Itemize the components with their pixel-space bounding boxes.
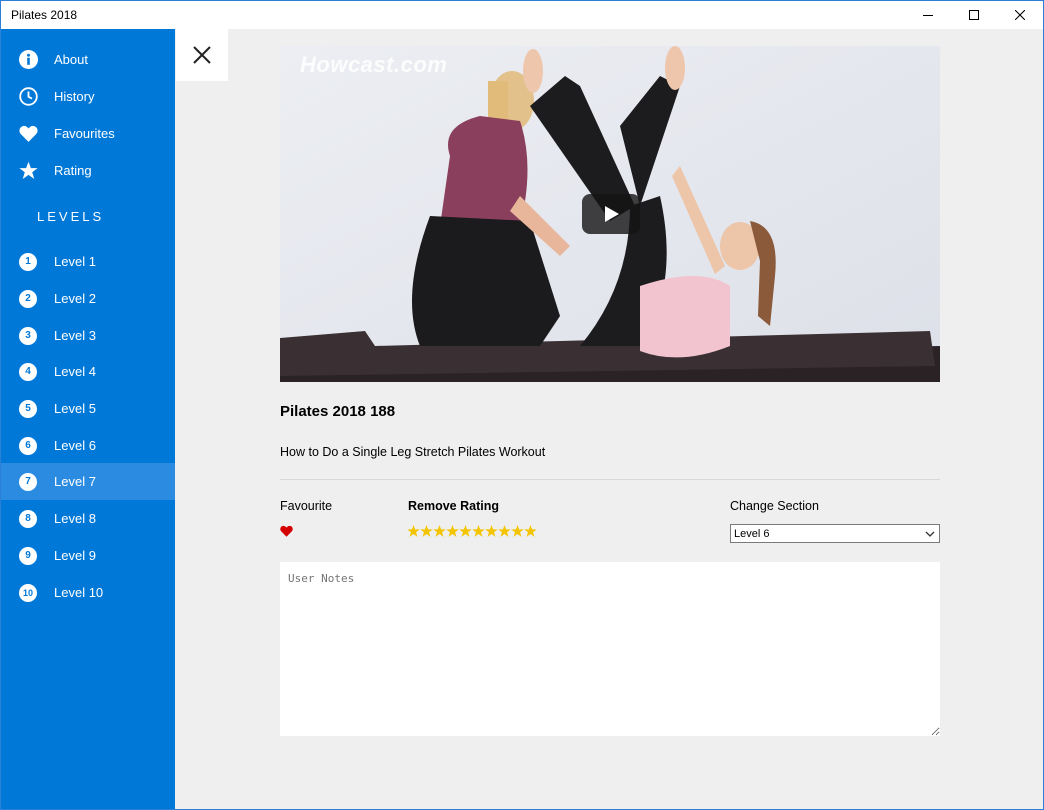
favourite-label: Favourite [280,499,333,513]
level-number: 5 [19,399,37,418]
sidebar-item-rating[interactable]: Rating [1,152,175,189]
number-badge: 9 [18,546,38,566]
sidebar-item-level-9[interactable]: 9 Level 9 [1,537,175,574]
level-number: 4 [19,362,37,381]
heart-icon [280,525,293,537]
heart-icon [18,124,38,144]
star-icon[interactable] [524,524,537,538]
star-icon[interactable] [420,524,433,538]
star-icon[interactable] [407,524,420,538]
video-player[interactable]: Howcast.com [280,46,940,382]
clock-icon [18,87,38,107]
video-title: Pilates 2018 188 [280,403,396,420]
sidebar-item-label: Level 2 [54,291,96,306]
star-icon [18,161,38,181]
levels-section-header: LEVELS [37,209,105,224]
number-badge: 1 [18,252,38,272]
maximize-icon [969,10,979,20]
level-number: 9 [19,546,37,565]
rating-stars[interactable] [407,524,537,538]
close-icon [193,46,211,64]
change-section-label: Change Section [730,499,819,513]
number-badge: 3 [18,326,38,346]
section-select[interactable]: Level 6 [730,524,940,543]
sidebar-item-label: Level 1 [54,254,96,269]
star-icon[interactable] [459,524,472,538]
sidebar-item-level-1[interactable]: 1 Level 1 [1,243,175,280]
minimize-icon [923,15,933,16]
star-icon[interactable] [498,524,511,538]
star-icon[interactable] [485,524,498,538]
sidebar-item-level-3[interactable]: 3 Level 3 [1,317,175,354]
remove-rating-button[interactable]: Remove Rating [408,499,499,513]
sidebar-item-label: Level 3 [54,328,96,343]
level-number: 10 [19,583,37,602]
level-number: 1 [19,252,37,271]
sidebar-item-level-6[interactable]: 6 Level 6 [1,427,175,464]
sidebar-item-level-5[interactable]: 5 Level 5 [1,390,175,427]
sidebar-item-favourites[interactable]: Favourites [1,115,175,152]
sidebar-item-label: History [54,89,95,104]
sidebar-item-label: Rating [54,163,92,178]
level-number: 6 [19,436,37,455]
number-badge: 5 [18,399,38,419]
sidebar-item-label: Level 6 [54,438,96,453]
section-select-value: Level 6 [734,527,770,540]
video-watermark: Howcast.com [300,52,448,77]
sidebar-item-label: Level 5 [54,401,96,416]
star-icon[interactable] [472,524,485,538]
sidebar-item-label: Favourites [54,126,115,141]
number-badge: 7 [18,472,38,492]
close-pane-button[interactable] [176,29,228,81]
minimize-button[interactable] [905,1,951,29]
sidebar-item-label: Level 7 [54,474,96,489]
window-controls [905,1,1043,29]
sidebar-item-level-10[interactable]: 10 Level 10 [1,574,175,611]
number-badge: 6 [18,436,38,456]
sidebar-item-level-4[interactable]: 4 Level 4 [1,353,175,390]
maximize-button[interactable] [951,1,997,29]
sidebar-item-level-2[interactable]: 2 Level 2 [1,280,175,317]
close-icon [1015,10,1025,20]
chevron-down-icon [925,531,935,537]
sidebar-item-label: About [54,52,88,67]
level-number: 2 [19,289,37,308]
play-button[interactable] [582,194,640,234]
sidebar-item-label: Level 8 [54,511,96,526]
number-badge: 2 [18,289,38,309]
star-icon[interactable] [511,524,524,538]
user-notes-input[interactable] [280,562,940,736]
info-icon [18,50,38,70]
sidebar-item-label: Level 10 [54,585,104,600]
divider [280,479,940,480]
play-icon [605,206,619,222]
sidebar-item-label: Level 9 [54,548,96,563]
number-badge: 8 [18,509,38,529]
number-badge: 10 [18,583,38,603]
level-number: 7 [19,472,37,491]
sidebar-item-level-7[interactable]: 7 Level 7 [1,463,175,500]
sidebar-item-label: Level 4 [54,364,96,379]
title-bar: Pilates 2018 [1,1,1043,29]
sidebar-item-level-8[interactable]: 8 Level 8 [1,500,175,537]
sidebar-item-history[interactable]: History [1,78,175,115]
close-window-button[interactable] [997,1,1043,29]
level-number: 8 [19,509,37,528]
sidebar: About History Favourites Rating LEVELS 1… [1,29,175,809]
window-title: Pilates 2018 [11,8,78,22]
app-window: Pilates 2018 About History Favourites Ra… [0,0,1044,810]
number-badge: 4 [18,362,38,382]
level-number: 3 [19,326,37,345]
star-icon[interactable] [433,524,446,538]
sidebar-item-about[interactable]: About [1,41,175,78]
video-description: How to Do a Single Leg Stretch Pilates W… [280,445,546,459]
favourite-toggle[interactable] [280,524,293,542]
star-icon[interactable] [446,524,459,538]
